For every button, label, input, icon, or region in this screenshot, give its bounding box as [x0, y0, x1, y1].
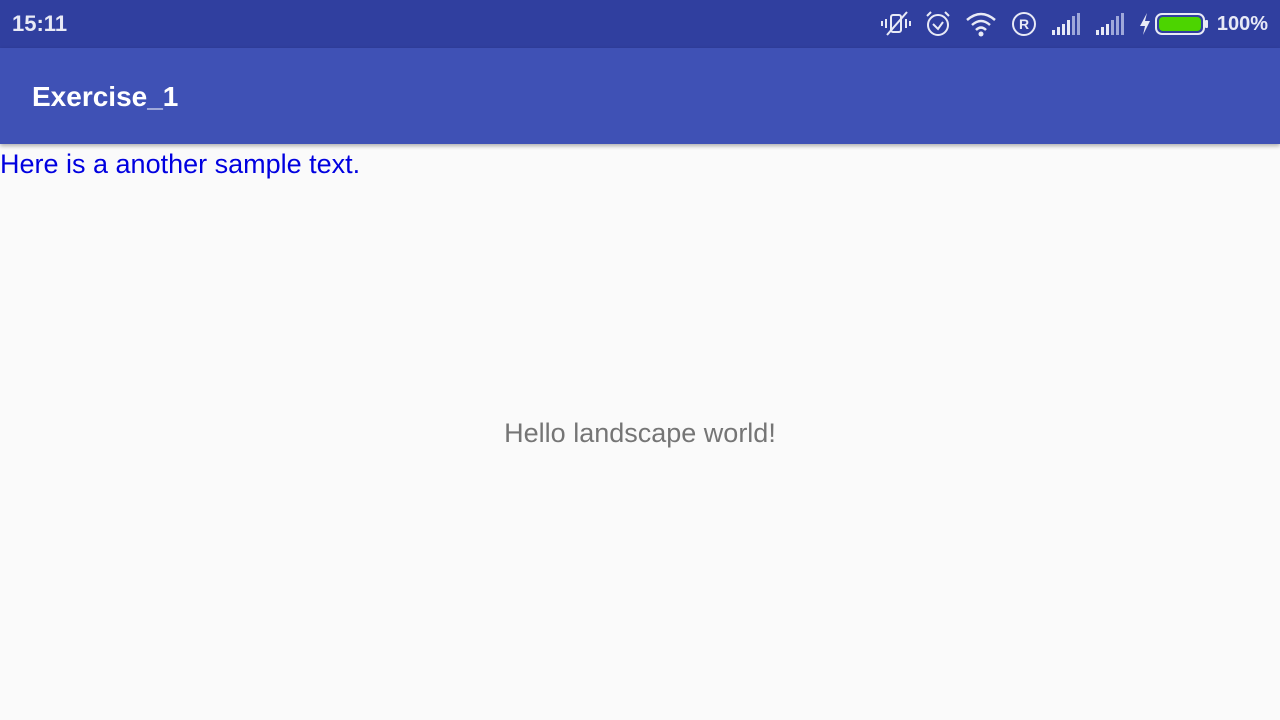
vibrate-off-icon [880, 10, 911, 38]
battery-icon [1154, 12, 1209, 36]
status-bar: 15:11 R 100% [0, 0, 1280, 48]
registered-icon: R [1011, 11, 1037, 37]
hello-text: Hello landscape world! [504, 418, 776, 448]
sample-text: Here is a another sample text. [0, 149, 361, 179]
alarm-icon [925, 10, 951, 38]
app-bar: Exercise_1 [0, 48, 1280, 144]
charging-icon [1139, 13, 1151, 35]
wifi-icon [965, 11, 997, 37]
signal-icon [1051, 12, 1081, 36]
status-time: 15:11 [12, 11, 68, 36]
status-icons: R 100% [880, 9, 1268, 39]
signal-icon [1095, 12, 1125, 36]
battery-percent: 100% [1216, 13, 1268, 35]
svg-text:R: R [1019, 16, 1029, 32]
app-title: Exercise_1 [32, 81, 179, 112]
